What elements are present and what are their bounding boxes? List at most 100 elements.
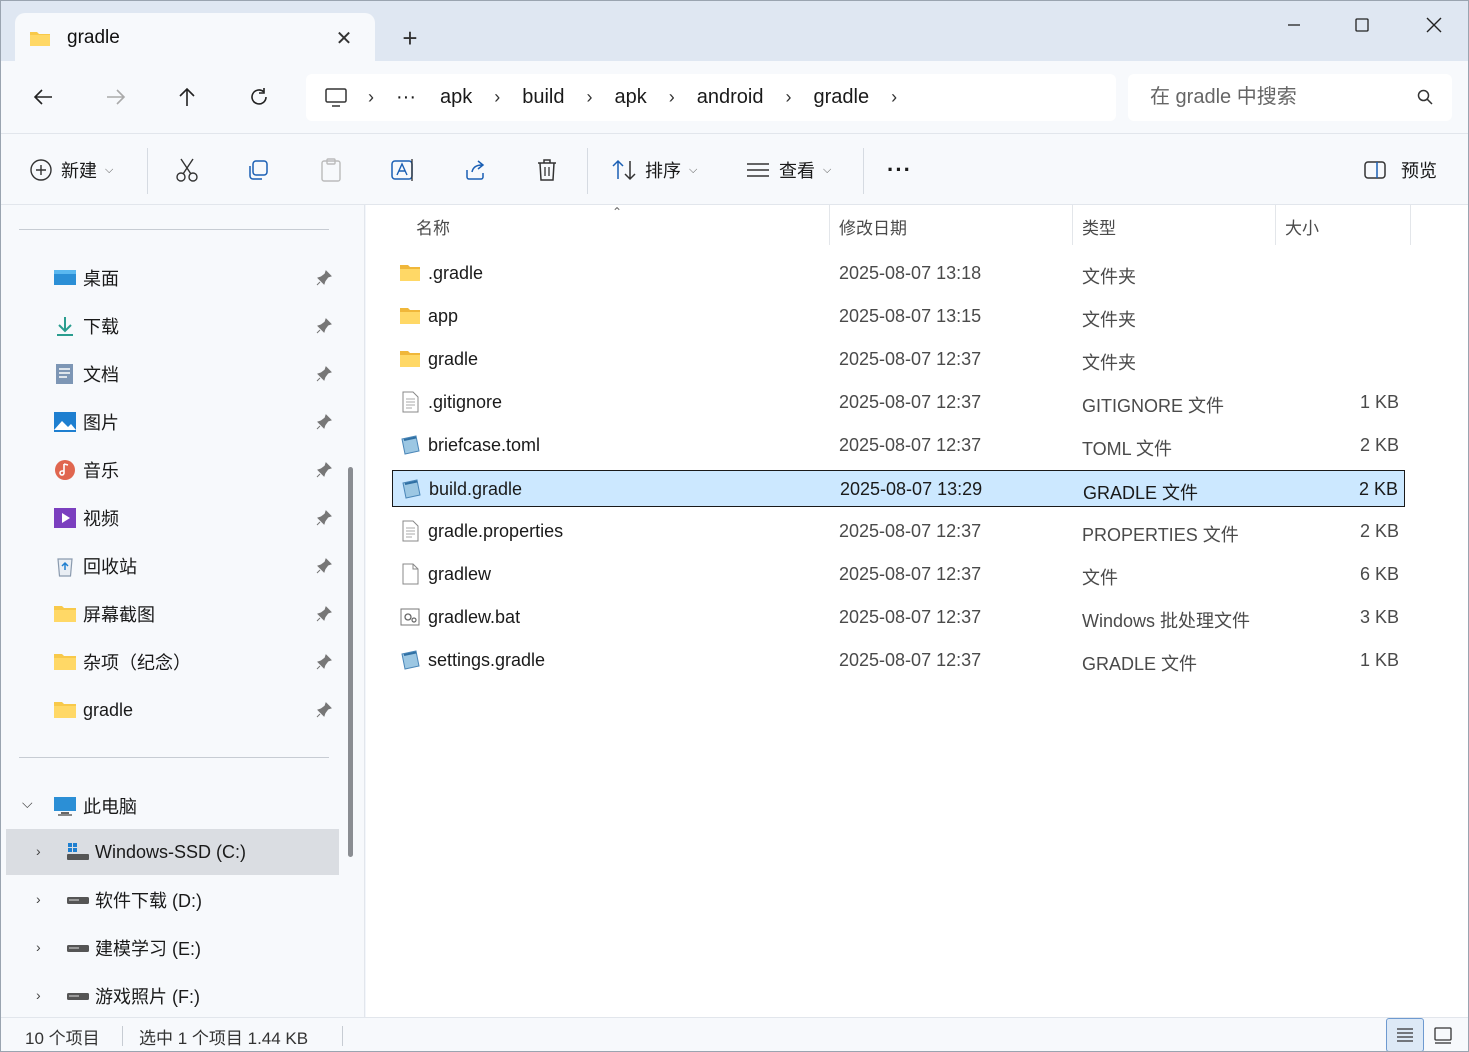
chevron-down-icon[interactable]: ⌵ <box>22 795 33 812</box>
refresh-button[interactable] <box>239 77 279 117</box>
search-input[interactable] <box>1150 86 1400 109</box>
minimize-button[interactable] <box>1260 7 1328 43</box>
computer-icon <box>325 87 347 107</box>
file-row[interactable]: app 2025-08-07 13:15 文件夹 <box>392 298 1405 335</box>
pin-icon[interactable] <box>315 461 333 479</box>
sidebar-item-documents[interactable]: 文档 <box>6 351 339 397</box>
sidebar-item-drive-e[interactable]: › 建模学习 (E:) <box>6 925 339 971</box>
pin-icon[interactable] <box>315 653 333 671</box>
notepad-file-icon <box>399 649 421 671</box>
sidebar-item-music[interactable]: 音乐 <box>6 447 339 493</box>
sidebar-item-recycle-bin[interactable]: 回收站 <box>6 543 339 589</box>
sidebar-scrollbar[interactable] <box>348 467 353 857</box>
sidebar-item-pictures[interactable]: 图片 <box>6 399 339 445</box>
sidebar-item-misc[interactable]: 杂项（纪念） <box>6 639 339 685</box>
sort-button[interactable]: 排序 ⌵ <box>611 150 697 190</box>
pin-icon[interactable] <box>315 557 333 575</box>
column-divider[interactable] <box>1410 205 1411 245</box>
file-modified: 2025-08-07 12:37 <box>839 392 982 412</box>
file-row[interactable]: gradle 2025-08-07 12:37 文件夹 <box>392 341 1405 378</box>
recycle-bin-icon <box>57 558 73 577</box>
view-button[interactable]: 查看 ⌵ <box>745 150 831 190</box>
sidebar-item-drive-f[interactable]: › 游戏照片 (F:) <box>6 973 339 1019</box>
new-tab-button[interactable]: + <box>393 21 427 55</box>
new-button[interactable]: 新建 ⌵ <box>29 150 113 190</box>
share-icon <box>466 160 485 180</box>
file-row[interactable]: gradle.properties 2025-08-07 12:37 PROPERT… <box>392 513 1405 550</box>
sidebar-item-gradle[interactable]: gradle <box>6 687 339 733</box>
sidebar-item-screenshots[interactable]: 屏幕截图 <box>6 591 339 637</box>
chevron-right-icon[interactable]: › <box>36 939 41 955</box>
chevron-right-icon[interactable]: › <box>36 843 41 859</box>
column-divider[interactable] <box>1072 205 1073 245</box>
file-row[interactable]: gradlew 2025-08-07 12:37 文件 6 KB <box>392 556 1405 593</box>
column-header-size[interactable]: 大小 <box>1285 205 1319 247</box>
breadcrumb-build[interactable]: build <box>510 86 576 109</box>
file-modified: 2025-08-07 13:29 <box>840 479 983 499</box>
breadcrumb-android[interactable]: android <box>685 86 776 109</box>
sidebar-item-desktop[interactable]: 桌面 <box>6 255 339 301</box>
preview-pane-button[interactable]: 预览 <box>1363 150 1437 190</box>
file-row[interactable]: settings.gradle 2025-08-07 12:37 GRADLE 文件… <box>392 642 1405 679</box>
sidebar-item-downloads[interactable]: 下载 <box>6 303 339 349</box>
chevron-right-icon[interactable]: › <box>36 987 41 1003</box>
large-icons-view-button[interactable] <box>1424 1018 1462 1051</box>
forward-button[interactable] <box>96 77 136 117</box>
breadcrumb-overflow[interactable]: ··· <box>384 86 428 109</box>
file-row[interactable]: build.gradle 2025-08-07 13:29 GRADLE 文件 2 K… <box>392 470 1405 507</box>
breadcrumb-apk[interactable]: apk <box>428 86 484 109</box>
copy-button[interactable] <box>246 150 270 190</box>
chevron-right-icon[interactable]: › <box>881 87 907 108</box>
back-button[interactable] <box>23 77 63 117</box>
notepad-file-icon <box>400 478 422 500</box>
breadcrumb-apk-2[interactable]: apk <box>603 86 659 109</box>
search-icon[interactable] <box>1416 88 1434 106</box>
file-row[interactable]: gradlew.bat 2025-08-07 12:37 Windows 批处理文件… <box>392 599 1405 636</box>
column-header-modified[interactable]: 修改日期 <box>839 205 907 247</box>
breadcrumb-gradle[interactable]: gradle <box>801 86 881 109</box>
toolbar-divider <box>147 148 148 194</box>
pin-icon[interactable] <box>315 317 333 335</box>
paste-button[interactable] <box>319 150 343 190</box>
file-size: 2 KB <box>1359 521 1399 541</box>
up-button[interactable] <box>167 77 207 117</box>
pin-icon[interactable] <box>315 269 333 287</box>
folder-icon <box>54 654 76 670</box>
sidebar-item-videos[interactable]: 视频 <box>6 495 339 541</box>
column-header-name[interactable]: 名称 <box>416 205 450 247</box>
tab-close-icon[interactable]: ✕ <box>331 25 357 51</box>
pin-icon[interactable] <box>315 605 333 623</box>
column-divider[interactable] <box>1275 205 1276 245</box>
pin-icon[interactable] <box>315 509 333 527</box>
share-button[interactable] <box>463 150 487 190</box>
column-divider[interactable] <box>829 205 830 245</box>
column-header-type[interactable]: 类型 <box>1082 205 1116 247</box>
notepad-file-icon <box>399 434 421 456</box>
details-view-button[interactable] <box>1386 1018 1424 1051</box>
close-button[interactable] <box>1400 7 1468 43</box>
sidebar-item-drive-d[interactable]: › 软件下载 (D:) <box>6 877 339 923</box>
file-row[interactable]: .gitignore 2025-08-07 12:37 GITIGNORE 文件 1 … <box>392 384 1405 421</box>
view-label: 查看 <box>779 161 815 181</box>
pin-icon[interactable] <box>315 413 333 431</box>
address-bar[interactable]: › ··· apk › build › apk › android › grad… <box>306 74 1116 121</box>
chevron-down-icon: ⌵ <box>823 163 832 176</box>
sidebar-item-drive-c[interactable]: › Windows-SSD (C:) <box>6 829 339 875</box>
file-row[interactable]: briefcase.toml 2025-08-07 12:37 TOML 文件 2 K… <box>392 427 1405 464</box>
maximize-button[interactable] <box>1328 7 1396 43</box>
file-type: GRADLE 文件 <box>1082 654 1198 674</box>
more-options-button[interactable]: ··· <box>887 150 912 190</box>
delete-button[interactable] <box>535 150 559 190</box>
chevron-right-icon[interactable]: › <box>36 891 41 907</box>
text-file-icon <box>399 520 421 542</box>
cut-button[interactable] <box>175 150 199 190</box>
search-box[interactable] <box>1128 74 1452 121</box>
tab-gradle[interactable]: gradle ✕ <box>15 13 375 63</box>
sidebar-item-this-pc[interactable]: ⌵ 此电脑 <box>6 783 339 829</box>
rename-button[interactable] <box>390 150 416 190</box>
file-name: gradlew <box>428 564 492 584</box>
pin-icon[interactable] <box>315 365 333 383</box>
pin-icon[interactable] <box>315 701 333 719</box>
title-bar: gradle ✕ + <box>1 1 1468 63</box>
file-row[interactable]: .gradle 2025-08-07 13:18 文件夹 <box>392 255 1405 292</box>
